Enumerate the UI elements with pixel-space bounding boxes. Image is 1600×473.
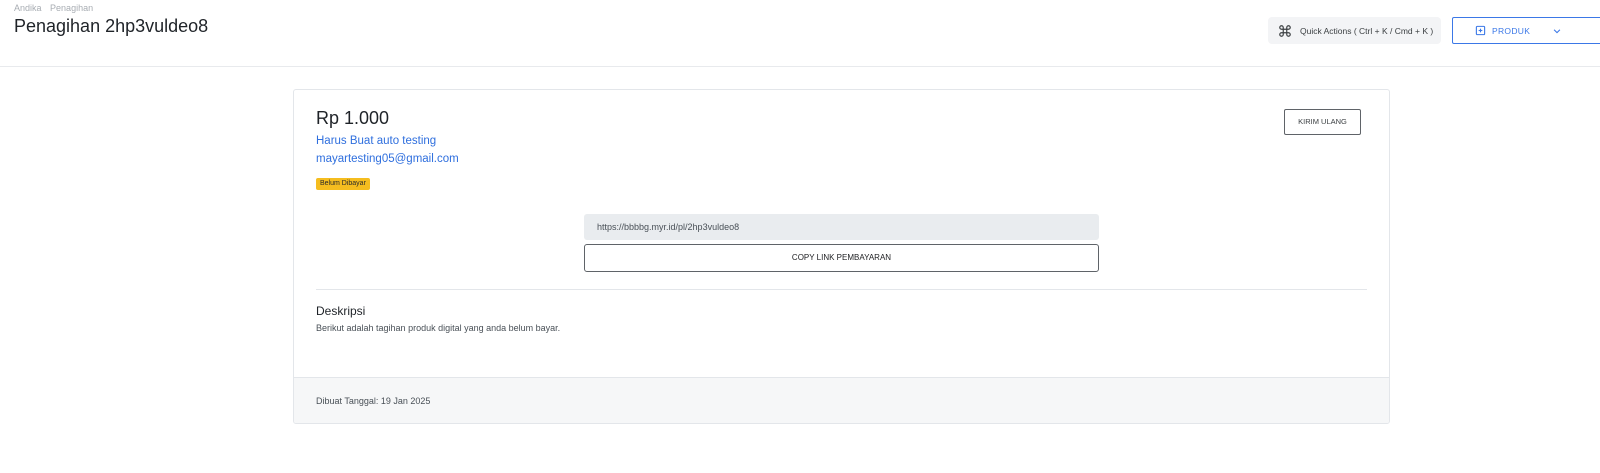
payment-link-field[interactable]: https://bbbbg.myr.id/pl/2hp3vuldeo8 xyxy=(584,214,1099,240)
customer-email-link[interactable]: mayartesting05@gmail.com xyxy=(316,153,459,165)
invoice-card: Rp 1.000 Harus Buat auto testing mayarte… xyxy=(293,89,1390,424)
breadcrumb: Andika Penagihan xyxy=(14,3,99,13)
description-text: Berikut adalah tagihan produk digital ya… xyxy=(316,323,561,333)
produk-label: PRODUK xyxy=(1492,25,1531,36)
created-date: Dibuat Tanggal: 19 Jan 2025 xyxy=(316,396,431,406)
plus-square-icon xyxy=(1475,25,1486,36)
status-badge: Belum Dibayar xyxy=(316,178,370,190)
command-icon xyxy=(1278,24,1292,38)
quick-actions-button[interactable]: Quick Actions ( Ctrl + K / Cmd + K ) xyxy=(1268,17,1441,44)
chevron-down-icon xyxy=(1552,26,1562,36)
breadcrumb-item-penagihan[interactable]: Penagihan xyxy=(50,3,93,13)
card-footer: Dibuat Tanggal: 19 Jan 2025 xyxy=(294,377,1389,423)
resend-button[interactable]: KIRIM ULANG xyxy=(1284,109,1361,135)
product-name-link[interactable]: Harus Buat auto testing xyxy=(316,135,436,147)
quick-actions-label: Quick Actions ( Ctrl + K / Cmd + K ) xyxy=(1300,25,1434,36)
divider xyxy=(316,289,1367,290)
breadcrumb-item-store[interactable]: Andika xyxy=(14,3,42,13)
top-bar: Andika Penagihan Penagihan 2hp3vuldeo8 Q… xyxy=(0,0,1600,67)
description-heading: Deskripsi xyxy=(316,304,366,318)
produk-dropdown-button[interactable]: PRODUK xyxy=(1452,17,1600,44)
invoice-amount: Rp 1.000 xyxy=(316,108,390,128)
page-title: Penagihan 2hp3vuldeo8 xyxy=(14,16,209,36)
copy-payment-link-button[interactable]: COPY LINK PEMBAYARAN xyxy=(584,244,1099,272)
